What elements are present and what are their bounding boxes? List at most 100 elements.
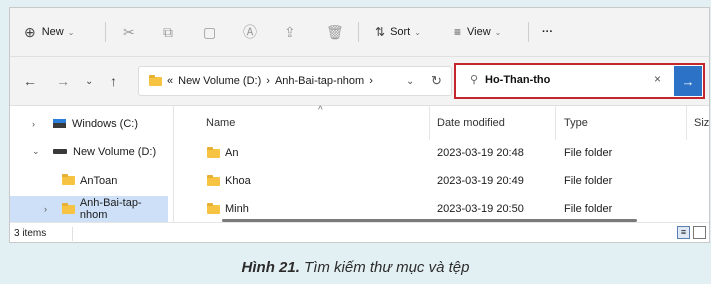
recent-locations-chevron-icon[interactable]: ⌄ bbox=[85, 76, 93, 87]
address-overflow[interactable]: « bbox=[167, 75, 173, 87]
folder-icon bbox=[62, 202, 75, 214]
file-date: 2023-03-19 20:50 bbox=[437, 203, 524, 215]
address-bar[interactable]: « New Volume (D:) › Anh-Bai-tap-nhom › ⌄… bbox=[138, 66, 452, 96]
chevron-down-icon: ⌄ bbox=[67, 27, 75, 37]
folder-icon bbox=[207, 203, 220, 214]
column-header-size[interactable]: Siz bbox=[694, 117, 709, 129]
list-item[interactable]: An 2023-03-19 20:48 File folder bbox=[174, 139, 709, 167]
file-name: An bbox=[225, 147, 239, 159]
windows-drive-icon bbox=[53, 119, 66, 128]
chevron-right-icon[interactable]: › bbox=[44, 204, 47, 214]
column-divider[interactable] bbox=[429, 106, 430, 140]
rename-button[interactable]: Ⓐ bbox=[243, 8, 257, 56]
share-button[interactable]: ⇪ bbox=[284, 8, 296, 56]
breadcrumb-item[interactable]: New Volume (D:) bbox=[178, 75, 261, 87]
folder-icon bbox=[207, 147, 220, 158]
cut-button[interactable]: ✂ bbox=[123, 8, 135, 56]
file-date: 2023-03-19 20:48 bbox=[437, 147, 524, 159]
address-dropdown-chevron-icon[interactable]: ⌄ bbox=[406, 76, 414, 87]
copy-icon: ⧉ bbox=[163, 23, 173, 40]
command-bar: ⊕ New ⌄ ✂ ⧉ ▢ Ⓐ ⇪ 🗑 ⇅ Sort ⌄ ≡ View ⌄ ··… bbox=[10, 8, 709, 57]
drive-icon bbox=[53, 149, 67, 154]
column-divider[interactable] bbox=[686, 106, 687, 140]
view-button[interactable]: ≡ View ⌄ bbox=[454, 8, 501, 56]
breadcrumb-item[interactable]: Anh-Bai-tap-nhom bbox=[275, 75, 364, 87]
chevron-down-icon[interactable]: ⌄ bbox=[32, 146, 40, 157]
status-bar: 3 items ≡ bbox=[10, 222, 709, 242]
navigation-pane: › Windows (C:) ⌄ New Volume (D:) AnToan … bbox=[10, 106, 174, 222]
nav-item-label: New Volume (D:) bbox=[73, 145, 157, 158]
sort-label: Sort bbox=[390, 26, 411, 38]
breadcrumb-separator: › bbox=[266, 75, 270, 87]
file-explorer-window: ⊕ New ⌄ ✂ ⧉ ▢ Ⓐ ⇪ 🗑 ⇅ Sort ⌄ ≡ View ⌄ ··… bbox=[9, 7, 710, 243]
file-name: Khoa bbox=[225, 175, 251, 187]
details-view-icon: ≡ bbox=[680, 227, 687, 237]
more-options-button[interactable]: ··· bbox=[542, 8, 553, 56]
trash-icon: 🗑 bbox=[326, 23, 344, 40]
toolbar-divider bbox=[528, 22, 529, 42]
file-type: File folder bbox=[564, 203, 613, 215]
new-label: New bbox=[41, 26, 64, 38]
refresh-icon[interactable]: ↻ bbox=[431, 73, 442, 89]
nav-item-new-volume-d[interactable]: ⌄ New Volume (D:) bbox=[10, 138, 168, 165]
forward-arrow-icon[interactable]: → bbox=[56, 73, 70, 89]
clear-search-icon[interactable]: × bbox=[654, 72, 661, 86]
scissors-icon: ✂ bbox=[123, 23, 135, 40]
breadcrumb-separator: › bbox=[369, 75, 373, 87]
column-divider[interactable] bbox=[555, 106, 556, 140]
rename-icon: Ⓐ bbox=[243, 24, 257, 40]
folder-icon bbox=[62, 174, 75, 185]
list-view-icon: ≡ bbox=[454, 25, 462, 39]
file-name: Minh bbox=[225, 203, 249, 215]
nav-item-label: AnToan bbox=[80, 174, 118, 187]
paste-button[interactable]: ▢ bbox=[203, 8, 216, 56]
tiles-view-button[interactable] bbox=[693, 226, 706, 239]
arrow-right-icon: → bbox=[681, 73, 695, 89]
address-row: ← → ⌄ ↑ « New Volume (D:) › Anh-Bai-tap-… bbox=[10, 57, 709, 106]
share-icon: ⇪ bbox=[284, 23, 296, 40]
sort-arrows-icon: ⇅ bbox=[375, 25, 386, 39]
status-divider bbox=[72, 227, 73, 241]
nav-item-label: Anh-Bai-tap-nhom bbox=[79, 197, 142, 221]
plus-circle-icon: ⊕ bbox=[24, 23, 36, 40]
column-headers: Name ^ Date modified Type Siz bbox=[174, 105, 709, 140]
caption-label: Hình 21. bbox=[241, 259, 300, 276]
column-header-name[interactable]: Name bbox=[206, 117, 235, 129]
file-type: File folder bbox=[564, 175, 613, 187]
list-item[interactable]: Khoa 2023-03-19 20:49 File folder bbox=[174, 167, 709, 195]
toolbar-divider bbox=[358, 22, 359, 42]
up-arrow-icon[interactable]: ↑ bbox=[110, 73, 117, 89]
details-view-button[interactable]: ≡ bbox=[677, 226, 690, 239]
sort-button[interactable]: ⇅ Sort ⌄ bbox=[375, 8, 421, 56]
file-list: Name ^ Date modified Type Siz An 2023-03… bbox=[174, 105, 709, 222]
toolbar-divider bbox=[105, 22, 106, 42]
column-header-date-modified[interactable]: Date modified bbox=[437, 117, 505, 129]
column-header-type[interactable]: Type bbox=[564, 117, 588, 129]
nav-item-anh-bai-tap-nhom[interactable]: › Anh-Bai-tap-nhom bbox=[10, 196, 168, 222]
figure-caption: Hình 21. Tìm kiếm thư mục và tệp bbox=[0, 259, 711, 276]
copy-button[interactable]: ⧉ bbox=[163, 8, 173, 56]
caption-text: Tìm kiếm thư mục và tệp bbox=[299, 259, 470, 276]
nav-item-label: Windows (C:) bbox=[72, 117, 139, 130]
file-type: File folder bbox=[564, 147, 613, 159]
back-arrow-icon[interactable]: ← bbox=[23, 73, 37, 89]
item-count: 3 items bbox=[14, 228, 47, 239]
folder-icon bbox=[149, 74, 162, 86]
chevron-down-icon: ⌄ bbox=[414, 27, 421, 37]
search-go-button[interactable]: → bbox=[674, 66, 702, 96]
file-date: 2023-03-19 20:49 bbox=[437, 175, 524, 187]
more-options-icon: ··· bbox=[542, 26, 553, 38]
delete-button[interactable]: 🗑 bbox=[326, 8, 344, 56]
search-icon: ⚲ bbox=[470, 74, 479, 86]
chevron-right-icon[interactable]: › bbox=[32, 119, 35, 129]
nav-item-windows-c[interactable]: › Windows (C:) bbox=[10, 110, 168, 137]
nav-item-antoan[interactable]: AnToan bbox=[10, 167, 168, 194]
search-input[interactable]: Ho-Than-tho bbox=[485, 74, 550, 86]
search-box[interactable]: ⚲ Ho-Than-tho × → bbox=[454, 63, 705, 99]
folder-icon bbox=[207, 175, 220, 186]
chevron-down-icon: ⌄ bbox=[494, 27, 502, 37]
sort-indicator-icon: ^ bbox=[318, 105, 323, 116]
view-label: View bbox=[467, 26, 491, 38]
new-button[interactable]: ⊕ New ⌄ bbox=[24, 8, 74, 56]
clipboard-icon: ▢ bbox=[203, 23, 217, 40]
